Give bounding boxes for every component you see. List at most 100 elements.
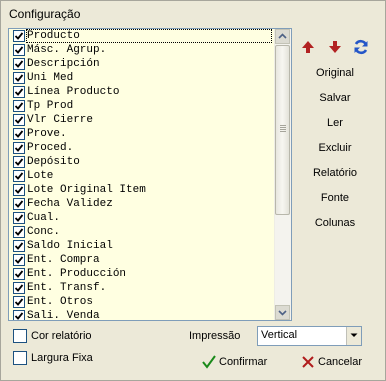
item-label: Ent. Producción <box>27 268 127 280</box>
checkmark-icon <box>14 102 24 110</box>
checkmark-icon <box>14 60 24 68</box>
item-checkbox[interactable] <box>13 142 25 154</box>
item-label: Lote Original Item <box>27 184 146 196</box>
item-label: Tp Prod <box>27 100 74 112</box>
scroll-grip-icon <box>280 125 286 133</box>
item-checkbox[interactable] <box>13 184 25 196</box>
list-item[interactable]: Descripción <box>9 57 274 71</box>
item-label: Ent. Compra <box>27 254 100 266</box>
item-label: Línea Producto <box>27 86 120 98</box>
list-item[interactable]: Uni Med <box>9 71 274 85</box>
checkmark-icon <box>14 144 24 152</box>
checkmark-icon <box>14 88 24 96</box>
item-label: Sali. Venda <box>27 310 100 321</box>
fonte-button[interactable]: Fonte <box>303 189 367 207</box>
item-checkbox[interactable] <box>13 114 25 126</box>
list-item[interactable]: Vlr Cierre <box>9 113 274 127</box>
item-checkbox[interactable] <box>13 86 25 98</box>
impressao-dropdown-button[interactable] <box>346 327 361 345</box>
list-item[interactable]: Producto <box>9 29 274 43</box>
checkmark-icon <box>14 186 24 194</box>
item-label: Producto <box>26 29 272 43</box>
checkmark-icon <box>14 228 24 236</box>
colunas-button[interactable]: Colunas <box>303 214 367 232</box>
checkmark-icon <box>14 32 24 40</box>
cor-relatorio-checkbox[interactable] <box>13 329 27 343</box>
item-checkbox[interactable] <box>13 100 25 112</box>
item-label: Conc. <box>27 226 61 238</box>
item-label: Ent. Transf. <box>27 282 107 294</box>
item-checkbox[interactable] <box>13 240 25 252</box>
list-item[interactable]: Conc. <box>9 225 274 239</box>
checkmark-icon <box>14 312 24 320</box>
configuration-dialog: Configuração Producto Másc. Agrup. Descrip… <box>0 0 386 381</box>
list-item[interactable]: Ent. Transf. <box>9 281 274 295</box>
list-item[interactable]: Tp Prod <box>9 99 274 113</box>
x-icon <box>302 356 314 368</box>
largura-fixa-label: Largura Fixa <box>31 352 93 364</box>
move-down-button[interactable] <box>326 38 344 56</box>
item-checkbox[interactable] <box>13 296 25 308</box>
item-checkbox[interactable] <box>13 44 25 56</box>
move-up-button[interactable] <box>299 38 317 56</box>
list-item[interactable]: Línea Producto <box>9 85 274 99</box>
relatorio-button[interactable]: Relatório <box>303 164 367 182</box>
impressao-label: Impressão <box>189 330 241 342</box>
item-checkbox[interactable] <box>13 72 25 84</box>
column-list[interactable]: Producto Másc. Agrup. Descripción Uni Med Lí… <box>8 28 292 321</box>
list-item[interactable]: Fecha Validez <box>9 197 274 211</box>
checkmark-icon <box>14 284 24 292</box>
impressao-select[interactable]: Vertical <box>257 326 362 346</box>
item-checkbox[interactable] <box>13 212 25 224</box>
item-checkbox[interactable] <box>13 30 25 42</box>
item-checkbox[interactable] <box>13 310 25 320</box>
list-item[interactable]: Ent. Producción <box>9 267 274 281</box>
confirmar-button[interactable]: Confirmar <box>201 353 281 371</box>
salvar-button[interactable]: Salvar <box>303 89 367 107</box>
item-checkbox[interactable] <box>13 170 25 182</box>
scroll-up-icon <box>278 33 287 39</box>
item-label: Ent. Otros <box>27 296 94 308</box>
list-item[interactable]: Depósito <box>9 155 274 169</box>
item-checkbox[interactable] <box>13 254 25 266</box>
checkmark-icon <box>14 214 24 222</box>
item-checkbox[interactable] <box>13 198 25 210</box>
ler-button[interactable]: Ler <box>303 114 367 132</box>
largura-fixa-checkbox[interactable] <box>13 351 27 365</box>
cancelar-label: Cancelar <box>318 356 363 368</box>
list-item[interactable]: Proced. <box>9 141 274 155</box>
checkmark-icon <box>14 242 24 250</box>
list-item[interactable]: Sali. Venda <box>9 309 274 321</box>
list-item[interactable]: Saldo Inicial <box>9 239 274 253</box>
item-label: Lote <box>27 170 54 182</box>
item-checkbox[interactable] <box>13 128 25 140</box>
checkmark-icon <box>14 130 24 138</box>
item-checkbox[interactable] <box>13 156 25 168</box>
list-item[interactable]: Másc. Agrup. <box>9 43 274 57</box>
checkmark-icon <box>14 200 24 208</box>
item-checkbox[interactable] <box>13 226 25 238</box>
list-item[interactable]: Prove. <box>9 127 274 141</box>
item-label: Proced. <box>27 142 74 154</box>
item-checkbox[interactable] <box>13 58 25 70</box>
list-item[interactable]: Lote <box>9 169 274 183</box>
item-label: Saldo Inicial <box>27 240 113 252</box>
list-item[interactable]: Ent. Compra <box>9 253 274 267</box>
item-label: Vlr Cierre <box>27 114 94 126</box>
original-button[interactable]: Original <box>303 64 367 82</box>
refresh-button[interactable] <box>352 38 370 56</box>
list-item[interactable]: Ent. Otros <box>9 295 274 309</box>
item-checkbox[interactable] <box>13 282 25 294</box>
scroll-thumb[interactable] <box>275 45 290 215</box>
item-label: Prove. <box>27 128 67 140</box>
scroll-up-button[interactable] <box>275 29 290 44</box>
checkmark-icon <box>14 116 24 124</box>
scroll-down-icon <box>278 310 287 316</box>
item-checkbox[interactable] <box>13 268 25 280</box>
scroll-down-button[interactable] <box>275 305 290 320</box>
list-item[interactable]: Cual. <box>9 211 274 225</box>
list-item[interactable]: Lote Original Item <box>9 183 274 197</box>
cancelar-button[interactable]: Cancelar <box>300 353 370 371</box>
vertical-scrollbar[interactable] <box>274 29 291 320</box>
excluir-button[interactable]: Excluir <box>303 139 367 157</box>
